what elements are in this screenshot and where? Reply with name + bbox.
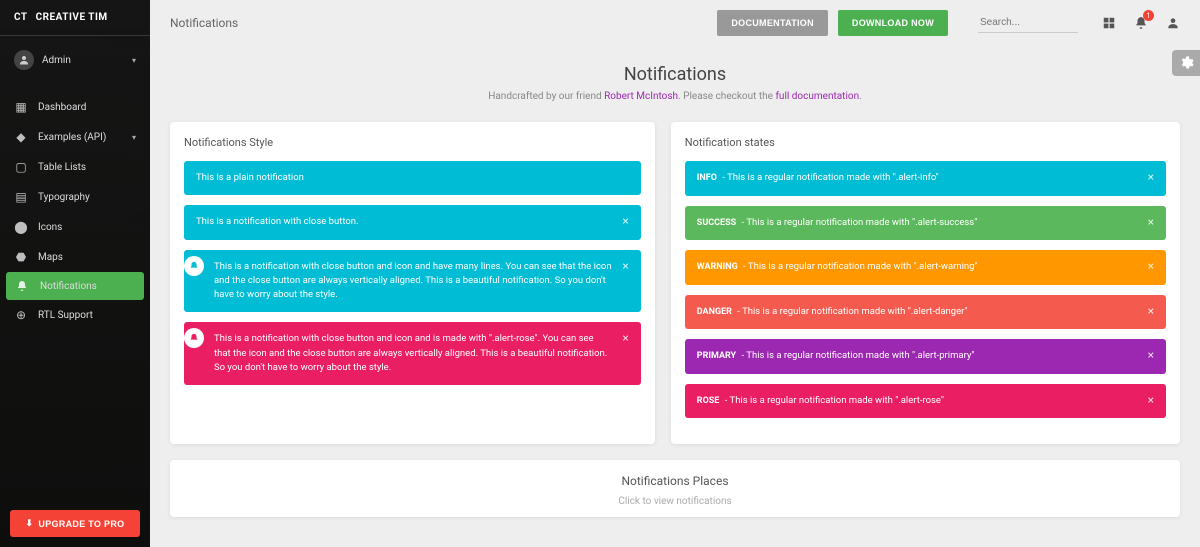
alert-text: DANGER - This is a regular notification … xyxy=(697,305,968,320)
sidebar-item-label: Maps xyxy=(38,252,63,263)
places-subtitle: Click to view notifications xyxy=(170,496,1180,507)
sidebar-item-rtl[interactable]: ⊕ RTL Support xyxy=(0,300,150,330)
notification-states-card: Notification states INFO - This is a reg… xyxy=(671,122,1180,444)
sidebar-header: CT CREATIVE TIM xyxy=(0,0,150,36)
sidebar-item-label: Notifications xyxy=(40,281,97,292)
card-title: Notifications Style xyxy=(184,136,641,149)
alert-primary: PRIMARY - This is a regular notification… xyxy=(685,339,1166,374)
sidebar: CT CREATIVE TIM Admin ▾ ▦ Dashboard ◆ Ex… xyxy=(0,0,150,547)
sidebar-item-examples[interactable]: ◆ Examples (API) ▾ xyxy=(0,122,150,152)
sidebar-item-maps[interactable]: ⬣ Maps xyxy=(0,242,150,272)
places-title: Notifications Places xyxy=(170,474,1180,488)
close-icon[interactable]: × xyxy=(1148,394,1154,406)
alert-text: This is a notification with close button… xyxy=(196,215,359,229)
alert-danger: DANGER - This is a regular notification … xyxy=(685,295,1166,330)
globe-icon: ⊕ xyxy=(14,308,28,322)
clipboard-icon: ▢ xyxy=(14,160,28,174)
sidebar-item-icons[interactable]: ⬤ Icons xyxy=(0,212,150,242)
sidebar-item-label: Typography xyxy=(38,192,90,203)
bell-icon xyxy=(184,256,204,276)
sidebar-item-typography[interactable]: ▤ Typography xyxy=(0,182,150,212)
page-header: Notifications Handcrafted by our friend … xyxy=(150,46,1200,112)
close-icon[interactable]: × xyxy=(1148,216,1154,228)
alert-success: SUCCESS - This is a regular notification… xyxy=(685,206,1166,241)
alert-rose: ROSE - This is a regular notification ma… xyxy=(685,384,1166,419)
alert-text: This is a notification with close button… xyxy=(214,260,612,303)
download-icon: ⬇ xyxy=(26,518,34,529)
alert-text: ROSE - This is a regular notification ma… xyxy=(697,394,944,409)
sidebar-item-dashboard[interactable]: ▦ Dashboard xyxy=(0,92,150,122)
alert-with-close: This is a notification with close button… xyxy=(184,205,641,239)
dashboard-icon: ▦ xyxy=(14,100,28,114)
topbar: Notifications DOCUMENTATION DOWNLOAD NOW… xyxy=(150,0,1200,46)
page-heading: Notifications xyxy=(150,64,1200,85)
alert-text: INFO - This is a regular notification ma… xyxy=(697,171,939,186)
documentation-button[interactable]: DOCUMENTATION xyxy=(717,10,828,36)
close-icon[interactable]: × xyxy=(1148,349,1154,361)
author-link[interactable]: Robert McIntosh xyxy=(604,91,678,102)
pin-icon: ⬣ xyxy=(14,250,28,264)
close-icon[interactable]: × xyxy=(1148,260,1154,272)
brand-logo: CT xyxy=(14,12,28,23)
avatar xyxy=(14,50,34,70)
page-subheading: Handcrafted by our friend Robert McIntos… xyxy=(150,91,1200,102)
search-input[interactable] xyxy=(978,13,1078,33)
alert-rose: This is a notification with close button… xyxy=(184,322,641,385)
alert-plain: This is a plain notification xyxy=(184,161,641,195)
upgrade-label: UPGRADE TO PRO xyxy=(38,519,124,529)
brand-name: CREATIVE TIM xyxy=(36,12,108,23)
sidebar-footer: ⬇ UPGRADE TO PRO xyxy=(0,500,150,547)
settings-button[interactable] xyxy=(1172,50,1200,76)
dashboard-icon[interactable] xyxy=(1102,16,1116,30)
user-name: Admin xyxy=(42,55,71,66)
alert-with-icon-close: This is a notification with close button… xyxy=(184,250,641,313)
close-icon[interactable]: × xyxy=(622,332,628,344)
widgets-icon: ◆ xyxy=(14,130,28,144)
sidebar-nav: ▦ Dashboard ◆ Examples (API) ▾ ▢ Table L… xyxy=(0,84,150,500)
card-title: Notification states xyxy=(685,136,1166,149)
alert-info: INFO - This is a regular notification ma… xyxy=(685,161,1166,196)
page-title: Notifications xyxy=(170,16,238,30)
notifications-style-card: Notifications Style This is a plain noti… xyxy=(170,122,655,444)
chevron-down-icon: ▾ xyxy=(132,56,136,65)
alert-warning: WARNING - This is a regular notification… xyxy=(685,250,1166,285)
alert-text: PRIMARY - This is a regular notification… xyxy=(697,349,975,364)
sidebar-item-label: Dashboard xyxy=(38,102,86,113)
bubble-icon: ⬤ xyxy=(14,220,28,234)
sidebar-item-table-lists[interactable]: ▢ Table Lists xyxy=(0,152,150,182)
sidebar-item-label: Table Lists xyxy=(38,162,86,173)
upgrade-button[interactable]: ⬇ UPGRADE TO PRO xyxy=(10,510,140,537)
sidebar-item-label: RTL Support xyxy=(38,310,93,321)
alert-text: SUCCESS - This is a regular notification… xyxy=(697,216,977,231)
notifications-places-card: Notifications Places Click to view notif… xyxy=(170,460,1180,517)
close-icon[interactable]: × xyxy=(1148,305,1154,317)
sidebar-item-label: Examples (API) xyxy=(38,132,106,143)
notification-badge: 1 xyxy=(1143,10,1154,21)
sidebar-item-notifications[interactable]: Notifications xyxy=(6,272,144,300)
download-button[interactable]: DOWNLOAD NOW xyxy=(838,10,948,36)
docs-link[interactable]: full documentation xyxy=(775,91,859,102)
bell-icon xyxy=(184,328,204,348)
main: Notifications DOCUMENTATION DOWNLOAD NOW… xyxy=(150,0,1200,547)
alert-text: WARNING - This is a regular notification… xyxy=(697,260,978,275)
sidebar-user[interactable]: Admin ▾ xyxy=(0,36,150,84)
close-icon[interactable]: × xyxy=(1148,171,1154,183)
alert-text: This is a notification with close button… xyxy=(214,332,612,375)
alert-text: This is a plain notification xyxy=(196,171,304,185)
person-icon[interactable] xyxy=(1166,16,1180,30)
chevron-down-icon: ▾ xyxy=(132,133,136,142)
notifications-icon[interactable]: 1 xyxy=(1134,16,1148,30)
typography-icon: ▤ xyxy=(14,190,28,204)
close-icon[interactable]: × xyxy=(622,215,628,227)
close-icon[interactable]: × xyxy=(622,260,628,272)
bell-icon xyxy=(16,280,30,292)
sidebar-item-label: Icons xyxy=(38,222,62,233)
